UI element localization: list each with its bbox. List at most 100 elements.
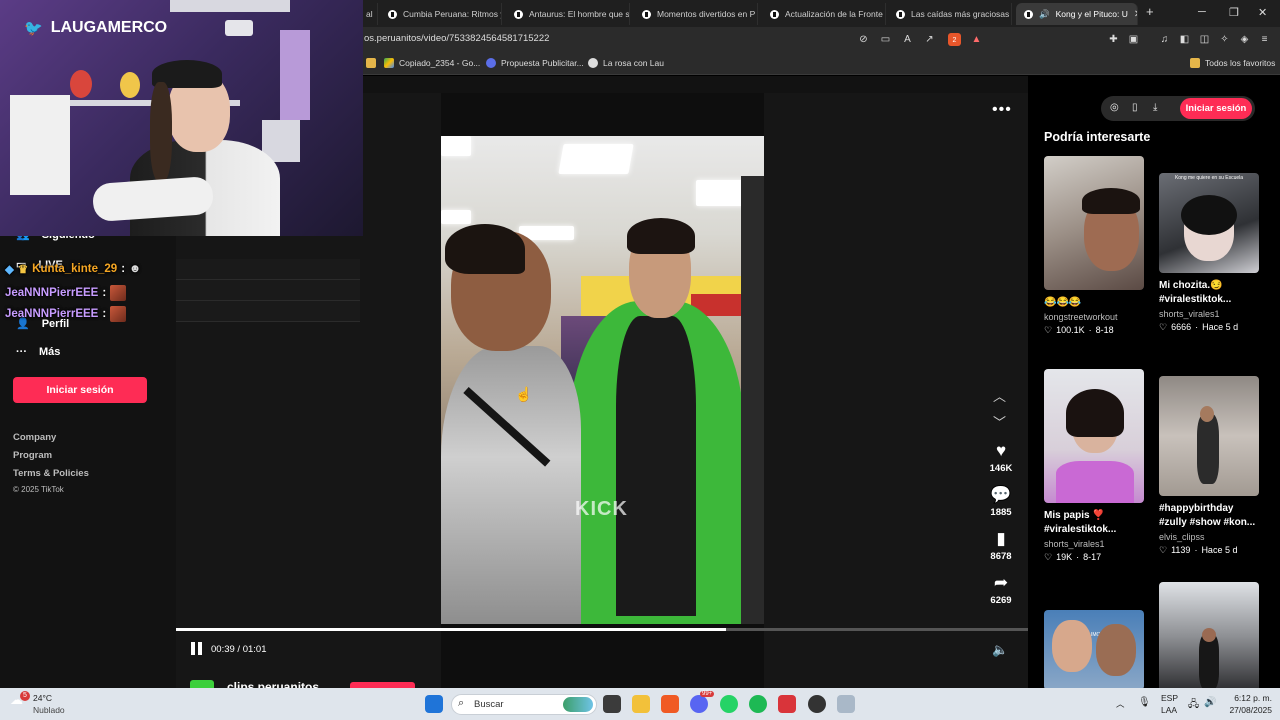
comment-button[interactable]: 💬 1885 xyxy=(985,485,1017,518)
wallet-icon[interactable]: ▣ xyxy=(1127,33,1140,46)
author-row: clips peruanitos xyxy=(190,680,430,688)
heart-outline-icon: ♡ xyxy=(1044,325,1053,335)
tab-2[interactable]: Antaurus: El hombre que s xyxy=(506,3,630,25)
sidebar-icon[interactable]: ◧ xyxy=(1178,33,1191,46)
clock-date[interactable]: 27/08/2025 xyxy=(1226,705,1272,715)
download-icon[interactable]: ⤓ xyxy=(1153,102,1157,113)
brave-shield-icon[interactable]: 2 xyxy=(948,33,961,46)
menu-icon[interactable]: ≡ xyxy=(1258,33,1271,46)
snipping-tool-icon[interactable] xyxy=(837,695,855,713)
login-button-top[interactable]: Iniciar sesión xyxy=(1180,98,1252,119)
whatsapp-icon[interactable] xyxy=(720,695,738,713)
card-user[interactable]: shorts_virales1 xyxy=(1044,539,1144,549)
phone-icon[interactable]: ▯ xyxy=(1132,102,1138,113)
wallet2-icon[interactable]: ◫ xyxy=(1198,33,1211,46)
tiktok-icon xyxy=(588,58,598,68)
obs-icon[interactable] xyxy=(808,695,826,713)
suggestion-card[interactable]: Mis papis ❣️ #viralestiktok... shorts_vi… xyxy=(1044,369,1144,563)
weather-desc[interactable]: Nublado xyxy=(33,705,65,715)
bookmark-1[interactable]: Propuesta Publicitar... xyxy=(486,58,584,68)
pause-button[interactable] xyxy=(190,642,204,656)
login-button[interactable]: Iniciar sesión xyxy=(13,377,147,403)
volume-icon[interactable]: 🔈 xyxy=(992,642,1008,658)
lang-top[interactable]: ESP xyxy=(1161,693,1178,703)
next-video-icon[interactable]: ﹀ xyxy=(993,412,1006,431)
extensions-icon[interactable]: ✚ xyxy=(1107,33,1120,46)
app-badge: 99+ xyxy=(700,691,715,697)
share-button[interactable]: ➦ 6269 xyxy=(985,573,1017,606)
ceiling-light xyxy=(441,136,471,156)
footer-company-link[interactable]: Company xyxy=(13,432,56,443)
webcam-overlay: 🐦 LAUGAMERCO xyxy=(0,0,363,236)
close-tab-icon[interactable]: ✕ xyxy=(1134,9,1137,20)
cast-icon[interactable]: ▭ xyxy=(879,33,892,46)
leo-icon[interactable]: ✧ xyxy=(1218,33,1231,46)
card-title: #happybirthday #zully #show #kon... xyxy=(1159,503,1256,528)
weather-badge: 5 xyxy=(20,691,30,701)
avatar[interactable] xyxy=(190,680,214,688)
author-name[interactable]: clips peruanitos xyxy=(227,680,319,688)
like-button[interactable]: ♥ 146K xyxy=(985,441,1017,474)
alert-icon[interactable]: ▲ xyxy=(970,33,983,46)
tab-3[interactable]: Momentos divertidos en P xyxy=(634,3,758,25)
tab-active[interactable]: 🔊 Kong y el Pituco: U ✕ xyxy=(1016,3,1138,25)
suggestion-card[interactable]: SALIMOS? xyxy=(1044,610,1144,688)
brave-icon[interactable] xyxy=(661,695,679,713)
new-tab-button[interactable]: + xyxy=(1146,4,1154,19)
bookmark-folder[interactable] xyxy=(366,58,376,68)
discord-icon[interactable] xyxy=(690,695,708,713)
spotify-icon[interactable] xyxy=(749,695,767,713)
task-view-icon[interactable] xyxy=(603,695,621,713)
suggestion-card[interactable]: 😂😂😂 kongstreetworkout ♡ 100.1K · 8-18 xyxy=(1044,156,1144,336)
tab-4[interactable]: Actualización de la Fronte xyxy=(762,3,886,25)
black-hoodie xyxy=(616,316,696,616)
windows-start-icon[interactable] xyxy=(425,695,443,713)
tray-overflow-icon[interactable]: ︿ xyxy=(1116,698,1125,710)
more-options-icon[interactable]: ••• xyxy=(992,101,1012,119)
share-icon[interactable]: ↗ xyxy=(923,33,936,46)
weather-temp[interactable]: 24°C xyxy=(33,693,52,703)
music-icon[interactable]: ♫ xyxy=(1158,33,1171,46)
suggestion-card[interactable]: Kong me quiere en su Escuela Mi chozita.… xyxy=(1159,173,1259,333)
save-button[interactable]: ▮ 8678 xyxy=(985,529,1017,562)
clock-time[interactable]: 6:12 p. m. xyxy=(1226,693,1272,703)
file-explorer-icon[interactable] xyxy=(632,695,650,713)
no-tracking-icon[interactable]: ⊘ xyxy=(857,33,870,46)
network-icon[interactable]: 🖧 xyxy=(1188,697,1199,714)
sidebar-item-more[interactable]: ··· Más xyxy=(16,346,60,358)
vpn-icon[interactable]: ◈ xyxy=(1238,33,1251,46)
url-input[interactable]: os.peruanitos/video/7533824564581715222 xyxy=(364,33,549,44)
bookmark-0[interactable]: Copiado_2354 - Go... xyxy=(384,58,480,68)
cam-figure xyxy=(225,20,253,36)
suggestion-card[interactable]: #happybirthday #zully #show #kon... elvi… xyxy=(1159,376,1259,556)
person-grey-hoodie xyxy=(441,346,581,624)
close-window-icon[interactable]: ✕ xyxy=(1258,6,1267,19)
cam-figure xyxy=(70,70,92,98)
lang-bottom[interactable]: LAA xyxy=(1161,705,1177,715)
bookmark-2[interactable]: La rosa con Lau xyxy=(588,58,664,68)
app-red-icon[interactable] xyxy=(778,695,796,713)
card-user[interactable]: elvis_clipss xyxy=(1159,532,1259,542)
translate-icon[interactable]: A xyxy=(901,33,914,46)
minimize-icon[interactable]: ─ xyxy=(1198,6,1206,18)
footer-program-link[interactable]: Program xyxy=(13,450,52,461)
prev-video-icon[interactable]: ︿ xyxy=(993,386,1006,405)
video-player[interactable] xyxy=(441,136,764,624)
tab-1[interactable]: Cumbia Peruana: Ritmos y xyxy=(380,3,502,25)
tab-label: Momentos divertidos en P xyxy=(657,9,756,19)
card-user[interactable]: kongstreetworkout xyxy=(1044,312,1144,322)
mic-icon[interactable]: 🎙 xyxy=(1138,697,1151,708)
suggestion-card[interactable] xyxy=(1159,582,1259,688)
pause-icon xyxy=(198,642,202,655)
volume-tray-icon[interactable]: 🔊 xyxy=(1204,697,1216,708)
compass-icon[interactable]: ◎ xyxy=(1110,102,1119,113)
footer-terms-link[interactable]: Terms & Policies xyxy=(13,468,89,479)
maximize-icon[interactable]: ❐ xyxy=(1229,6,1239,19)
streamer-hair xyxy=(150,82,172,182)
tab-5[interactable]: Las caídas más graciosas e xyxy=(888,3,1012,25)
search-placeholder: Buscar xyxy=(474,699,504,710)
comment-icon: 💬 xyxy=(990,485,1012,504)
all-bookmarks[interactable]: Todos los favoritos xyxy=(1190,58,1275,68)
card-user[interactable]: shorts_virales1 xyxy=(1159,309,1259,319)
speaker-icon: 🔊 xyxy=(1039,8,1050,19)
